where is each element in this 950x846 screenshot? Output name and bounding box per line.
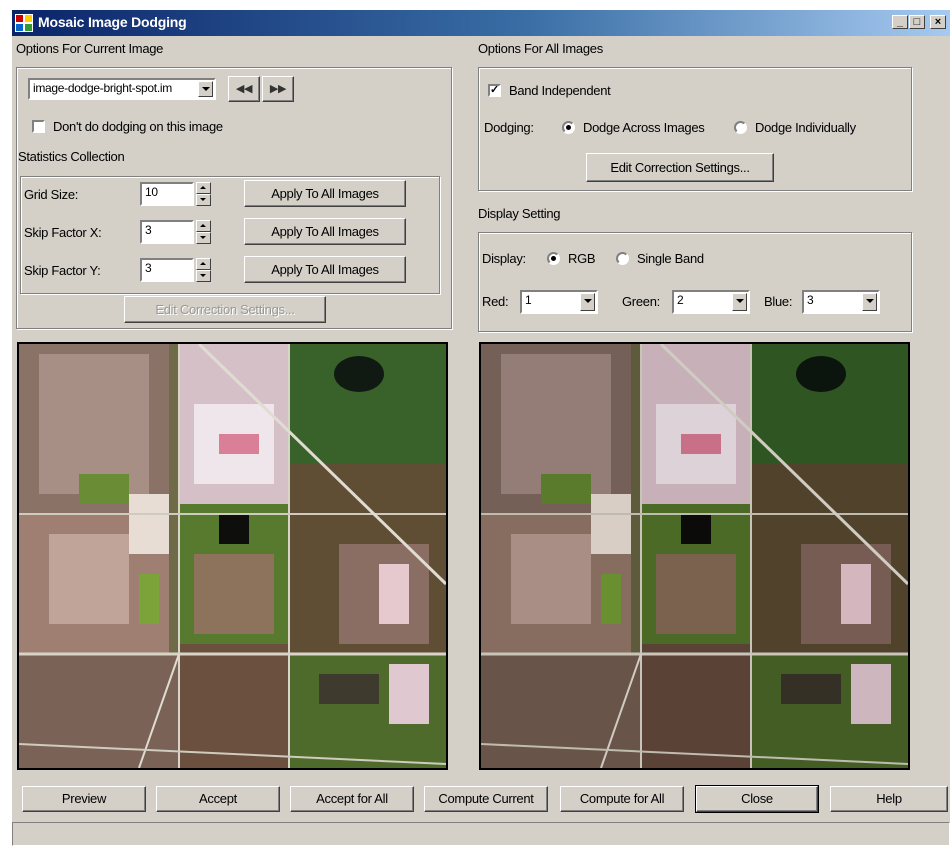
status-bar bbox=[12, 822, 950, 846]
display-label: Display: bbox=[482, 251, 526, 266]
chevron-down-icon[interactable] bbox=[862, 293, 877, 311]
next-image-button[interactable]: ▶▶ bbox=[262, 76, 294, 102]
grid-size-value: 10 bbox=[145, 185, 158, 199]
window-title: Mosaic Image Dodging bbox=[38, 14, 187, 30]
all-images-section-label: Options For All Images bbox=[478, 41, 603, 56]
title-bar[interactable]: Mosaic Image Dodging _ □ × bbox=[12, 10, 950, 36]
grid-size-stepper[interactable] bbox=[196, 182, 211, 206]
grid-size-label: Grid Size: bbox=[24, 187, 79, 202]
apply-grid-size-button[interactable]: Apply To All Images bbox=[244, 180, 406, 207]
close-window-button[interactable]: × bbox=[930, 15, 946, 29]
red-band-dropdown[interactable]: 1 bbox=[520, 290, 598, 314]
skip-factor-x-stepper[interactable] bbox=[196, 220, 211, 244]
dont-dodge-label: Don't do dodging on this image bbox=[53, 119, 223, 134]
previous-image-button[interactable]: ◀◀ bbox=[228, 76, 260, 102]
dont-dodge-checkbox[interactable] bbox=[32, 120, 45, 133]
dodge-individually-radio[interactable] bbox=[734, 121, 747, 134]
edit-correction-settings-all-button[interactable]: Edit Correction Settings... bbox=[586, 153, 774, 182]
stepper-up-icon[interactable] bbox=[196, 182, 211, 194]
green-band-value: 2 bbox=[677, 293, 684, 307]
skip-factor-y-value: 3 bbox=[145, 261, 152, 275]
blue-band-value: 3 bbox=[807, 293, 814, 307]
band-independent-label: Band Independent bbox=[509, 83, 611, 98]
stepper-up-icon[interactable] bbox=[196, 220, 211, 232]
preview-button[interactable]: Preview bbox=[22, 786, 146, 812]
red-label: Red: bbox=[482, 294, 509, 309]
blue-label: Blue: bbox=[764, 294, 793, 309]
display-setting-group bbox=[478, 232, 912, 332]
display-setting-label: Display Setting bbox=[478, 206, 561, 221]
apply-skip-x-button[interactable]: Apply To All Images bbox=[244, 218, 406, 245]
grid-size-field[interactable]: 10 bbox=[140, 182, 194, 206]
skip-factor-y-field[interactable]: 3 bbox=[140, 258, 194, 282]
compute-for-all-button[interactable]: Compute for All bbox=[560, 786, 684, 812]
accept-for-all-button[interactable]: Accept for All bbox=[290, 786, 414, 812]
single-band-label: Single Band bbox=[637, 251, 704, 266]
skip-factor-y-stepper[interactable] bbox=[196, 258, 211, 282]
apply-skip-y-button[interactable]: Apply To All Images bbox=[244, 256, 406, 283]
stepper-down-icon[interactable] bbox=[196, 232, 211, 244]
green-label: Green: bbox=[622, 294, 660, 309]
help-button[interactable]: Help bbox=[830, 786, 948, 812]
mosaic-image-dodging-window: Mosaic Image Dodging _ □ × Options For C… bbox=[12, 10, 950, 846]
minimize-button[interactable]: _ bbox=[892, 15, 908, 29]
stepper-up-icon[interactable] bbox=[196, 258, 211, 270]
stepper-down-icon[interactable] bbox=[196, 270, 211, 282]
skip-factor-y-label: Skip Factor Y: bbox=[24, 263, 101, 278]
skip-factor-x-field[interactable]: 3 bbox=[140, 220, 194, 244]
green-band-dropdown[interactable]: 2 bbox=[672, 290, 750, 314]
accept-button[interactable]: Accept bbox=[156, 786, 280, 812]
edit-correction-settings-current-button[interactable]: Edit Correction Settings... bbox=[124, 296, 326, 323]
compute-current-button[interactable]: Compute Current bbox=[424, 786, 548, 812]
blue-band-dropdown[interactable]: 3 bbox=[802, 290, 880, 314]
app-icon bbox=[15, 14, 33, 32]
skip-factor-x-label: Skip Factor X: bbox=[24, 225, 102, 240]
statistics-collection-label: Statistics Collection bbox=[18, 149, 125, 164]
dodge-across-radio[interactable] bbox=[562, 121, 575, 134]
dodge-across-label: Dodge Across Images bbox=[583, 120, 705, 135]
chevron-down-icon[interactable] bbox=[580, 293, 595, 311]
maximize-button[interactable]: □ bbox=[909, 15, 925, 29]
dodging-label: Dodging: bbox=[484, 120, 534, 135]
dodge-individually-label: Dodge Individually bbox=[755, 120, 856, 135]
single-band-radio[interactable] bbox=[616, 252, 629, 265]
band-independent-checkbox[interactable]: ✓ bbox=[488, 84, 501, 97]
chevron-down-icon[interactable] bbox=[198, 81, 213, 97]
red-band-value: 1 bbox=[525, 293, 532, 307]
chevron-down-icon[interactable] bbox=[732, 293, 747, 311]
close-button[interactable]: Close bbox=[695, 785, 819, 813]
current-image-section-label: Options For Current Image bbox=[16, 41, 164, 56]
image-select-dropdown[interactable]: image-dodge-bright-spot.im bbox=[28, 78, 216, 100]
stepper-down-icon[interactable] bbox=[196, 194, 211, 206]
image-select-value: image-dodge-bright-spot.im bbox=[33, 81, 172, 95]
dodged-image-preview[interactable] bbox=[479, 342, 910, 770]
rgb-radio[interactable] bbox=[547, 252, 560, 265]
skip-factor-x-value: 3 bbox=[145, 223, 152, 237]
rgb-label: RGB bbox=[568, 251, 596, 266]
original-image-preview[interactable] bbox=[17, 342, 448, 770]
